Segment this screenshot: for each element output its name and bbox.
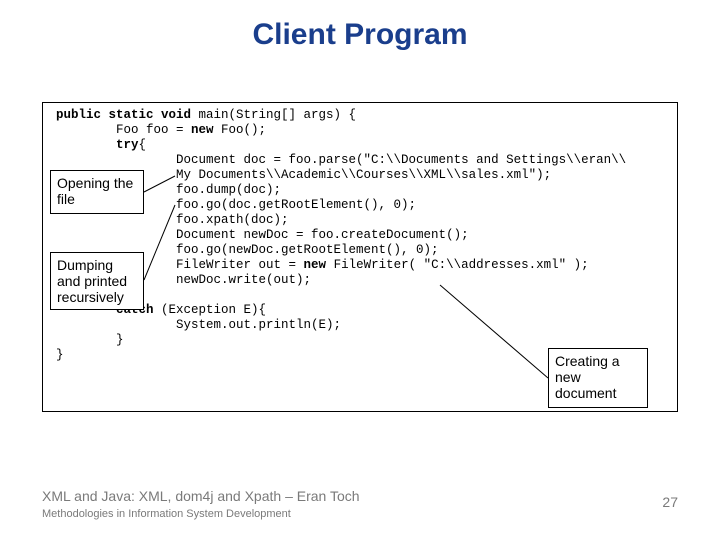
slide-title: Client Program bbox=[0, 18, 720, 52]
footer-sub: Methodologies in Information System Deve… bbox=[42, 508, 291, 520]
code-kw: new bbox=[191, 123, 214, 137]
code-text: (Exception E){ bbox=[154, 303, 267, 317]
code-block: public static void main(String[] args) {… bbox=[56, 108, 626, 363]
code-text bbox=[56, 138, 116, 152]
code-text: FileWriter( "C:\\addresses.xml" ); bbox=[326, 258, 589, 272]
code-text: Document newDoc = foo.createDocument(); bbox=[56, 228, 469, 242]
slide: Client Program public static void main(S… bbox=[0, 0, 720, 540]
page-number: 27 bbox=[662, 494, 678, 510]
callout-create-doc: Creating a new document bbox=[548, 348, 648, 408]
code-text: { bbox=[139, 138, 147, 152]
code-text: Foo foo = bbox=[56, 123, 191, 137]
code-text: foo.xpath(doc); bbox=[56, 213, 289, 227]
code-text: Document doc = foo.parse("C:\\Documents … bbox=[56, 153, 626, 167]
code-text: System.out.println(E); bbox=[56, 318, 341, 332]
code-kw: new bbox=[304, 258, 327, 272]
code-kw: try bbox=[116, 138, 139, 152]
code-text: Foo(); bbox=[214, 123, 267, 137]
code-text: } bbox=[56, 333, 124, 347]
code-text: } bbox=[56, 348, 64, 362]
footer-main: XML and Java: XML, dom4j and Xpath – Era… bbox=[42, 488, 360, 504]
callout-dump-print: Dumping and printed recursively bbox=[50, 252, 144, 310]
callout-open-file: Opening the file bbox=[50, 170, 144, 214]
code-kw: public static void bbox=[56, 108, 191, 122]
code-text: main(String[] args) { bbox=[191, 108, 356, 122]
